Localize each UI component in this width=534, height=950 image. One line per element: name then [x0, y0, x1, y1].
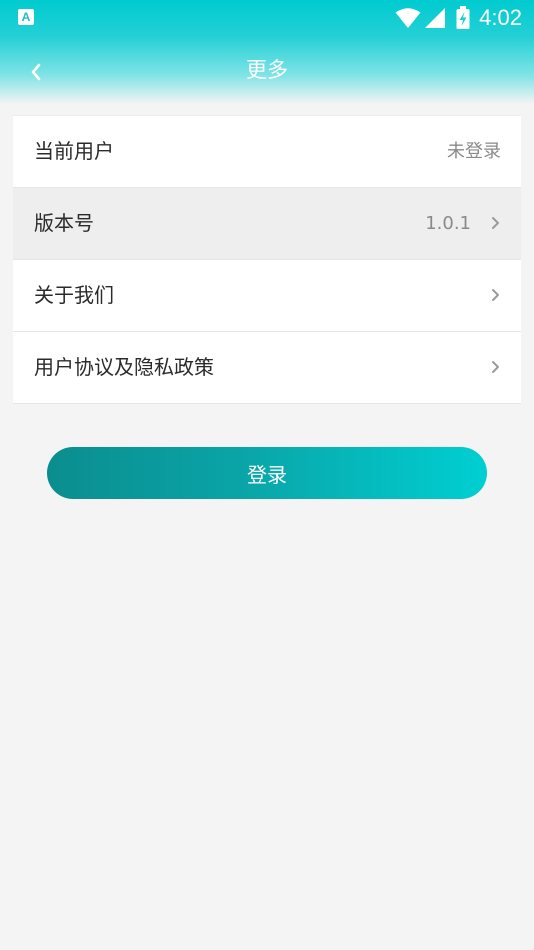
- status-bar: A 4:02: [0, 0, 534, 36]
- settings-item-label: 当前用户: [34, 139, 114, 163]
- battery-charging-icon: [456, 6, 470, 29]
- settings-item-about-us[interactable]: 关于我们: [13, 259, 521, 331]
- settings-item-label: 用户协议及隐私政策: [34, 355, 214, 379]
- settings-item-label: 关于我们: [34, 283, 114, 307]
- settings-item-version[interactable]: 版本号 1.0.1: [13, 187, 521, 259]
- settings-list: 当前用户 未登录 版本号 1.0.1 关于我们 用户协议及隐私政策: [13, 115, 521, 404]
- chevron-right-icon: [492, 217, 499, 229]
- status-icons: 4:02: [395, 4, 522, 32]
- app-notification-icon: A: [18, 9, 34, 25]
- login-button[interactable]: 登录: [47, 447, 487, 499]
- chevron-right-icon: [492, 289, 499, 301]
- chevron-right-icon: [492, 361, 499, 373]
- status-time: 4:02: [479, 5, 522, 30]
- settings-item-label: 版本号: [34, 211, 94, 235]
- settings-item-current-user[interactable]: 当前用户 未登录: [13, 115, 521, 187]
- login-status-value: 未登录: [447, 141, 501, 162]
- signal-icon: [425, 8, 446, 28]
- page-title: 更多: [246, 58, 288, 82]
- wifi-icon: [395, 8, 421, 28]
- navigation-bar: 更多: [0, 44, 534, 96]
- settings-item-user-agreement-privacy[interactable]: 用户协议及隐私政策: [13, 331, 521, 404]
- version-value: 1.0.1: [425, 213, 471, 234]
